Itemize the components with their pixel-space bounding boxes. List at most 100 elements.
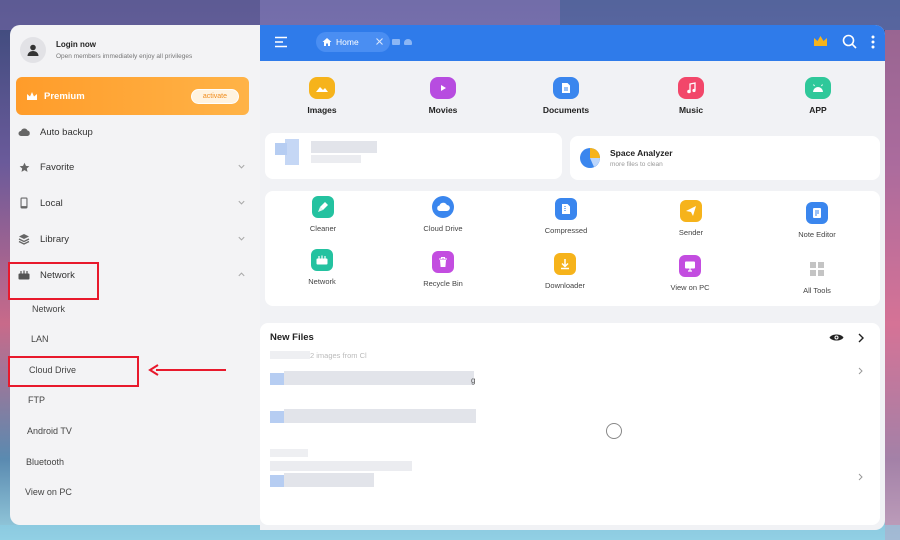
crown-icon[interactable] [813, 35, 828, 48]
chevron-up-icon[interactable] [237, 270, 246, 279]
chevron-right-icon[interactable] [858, 473, 863, 481]
tool-view-on-pc[interactable]: View on PC [645, 255, 735, 292]
tool-compressed[interactable]: Compressed [521, 198, 611, 235]
category-app[interactable]: APP [778, 77, 858, 115]
tool-label: All Tools [803, 286, 831, 295]
chevron-down-icon[interactable] [237, 234, 246, 243]
user-icon [27, 44, 39, 56]
sidebar-subitem-lan[interactable]: LAN [31, 334, 49, 344]
blurred-content [270, 373, 284, 385]
login-subtitle: Open members immediately enjoy all privi… [56, 53, 193, 60]
blurred-content [311, 155, 361, 163]
sidebar-subitem-ftp[interactable]: FTP [28, 395, 45, 405]
category-label: Music [678, 105, 704, 115]
new-files-row-text: 2 images from Cl [310, 351, 367, 360]
space-analyzer-card[interactable]: Space Analyzer more files to clean [570, 136, 880, 180]
tool-downloader[interactable]: Downloader [520, 253, 610, 290]
space-analyzer-subtitle: more files to clean [610, 161, 663, 168]
tool-label: Cleaner [309, 224, 337, 233]
tool-cleaner[interactable]: Cleaner [278, 196, 368, 233]
tool-all-tools[interactable]: All Tools [772, 258, 862, 295]
blurred-content [285, 139, 299, 165]
sidebar-subitem-network[interactable]: Network [32, 304, 65, 314]
document-icon [553, 77, 579, 99]
chevron-down-icon[interactable] [237, 162, 246, 171]
monitor-icon [679, 255, 701, 277]
new-files-title: New Files [270, 332, 314, 343]
more-icon[interactable] [871, 35, 875, 49]
highlight-cloud-drive-box [8, 356, 139, 387]
blurred-content [284, 473, 374, 487]
truncated-text: g [471, 376, 476, 385]
main-panel: Home Images Movies Documents Music APP S… [260, 25, 885, 530]
tool-label: Recycle Bin [423, 279, 463, 288]
zip-icon [555, 198, 577, 220]
tool-label: Cloud Drive [423, 224, 463, 233]
blurred-content [270, 351, 310, 359]
blurred-content [284, 371, 474, 385]
crown-icon [27, 92, 37, 100]
tool-recycle-bin[interactable]: Recycle Bin [398, 251, 488, 288]
category-images[interactable]: Images [282, 77, 362, 115]
close-icon[interactable] [375, 37, 384, 46]
category-music[interactable]: Music [651, 77, 731, 115]
tool-network[interactable]: Network [277, 249, 367, 286]
star-icon [18, 161, 30, 173]
sidebar-item-label: Favorite [40, 161, 75, 173]
chevron-right-icon[interactable] [858, 367, 863, 375]
trash-icon [432, 251, 454, 273]
category-movies[interactable]: Movies [403, 77, 483, 115]
sidebar-item-local[interactable]: Local [10, 192, 260, 214]
sidebar-subitem-view-on-pc[interactable]: View on PC [25, 487, 72, 497]
tool-label: Note Editor [798, 230, 836, 239]
sidebar-item-library[interactable]: Library [10, 228, 260, 250]
home-icon [322, 38, 332, 46]
search-icon[interactable] [842, 34, 857, 49]
activate-button[interactable]: activate [190, 88, 239, 104]
pie-chart-icon [580, 148, 600, 168]
space-analyzer-title: Space Analyzer [610, 148, 673, 158]
tools-card: Cleaner Cloud Drive Compressed Sender No… [265, 191, 880, 306]
chevron-down-icon[interactable] [237, 198, 246, 207]
new-files-card: New Files 2 images from Cl g [260, 323, 880, 525]
blurred-content [284, 409, 476, 423]
avatar[interactable] [20, 37, 46, 63]
tool-label: Sender [678, 228, 704, 237]
menu-icon[interactable] [274, 36, 288, 48]
sidebar-subitem-android-tv[interactable]: Android TV [27, 426, 72, 436]
play-icon [430, 77, 456, 99]
login-title[interactable]: Login now [56, 40, 192, 49]
download-icon [554, 253, 576, 275]
sidebar-item-favorite[interactable]: Favorite [10, 156, 260, 178]
sidebar-subitem-bluetooth[interactable]: Bluetooth [26, 457, 64, 467]
highlight-network-box [8, 262, 99, 300]
android-icon [805, 77, 831, 99]
eye-icon[interactable] [829, 333, 844, 342]
image-icon [309, 77, 335, 99]
arrow-left-icon [148, 364, 226, 376]
tool-sender[interactable]: Sender [646, 200, 736, 237]
tool-cloud-drive[interactable]: Cloud Drive [398, 196, 488, 233]
stack-icon [18, 233, 30, 245]
network-icon [311, 249, 333, 271]
loading-spinner [606, 423, 622, 439]
blurred-content [270, 411, 284, 423]
category-documents[interactable]: Documents [526, 77, 606, 115]
login-section[interactable]: Login now Open members immediately enjoy… [20, 37, 192, 63]
premium-banner[interactable]: Premium activate [16, 77, 249, 115]
storage-card[interactable] [265, 133, 562, 179]
blurred-content [270, 449, 308, 457]
sidebar-item-auto-backup[interactable]: Auto backup [10, 121, 260, 143]
phone-icon [18, 197, 30, 209]
tab-home[interactable]: Home [316, 32, 390, 52]
music-icon [678, 77, 704, 99]
sidebar-item-label: Auto backup [40, 126, 93, 138]
chevron-right-icon[interactable] [858, 333, 864, 343]
tool-note-editor[interactable]: Note Editor [772, 202, 862, 239]
sidebar-item-label: Local [40, 197, 63, 209]
tab-home-label: Home [336, 37, 359, 47]
tool-label: Downloader [544, 281, 586, 290]
tool-label: Compressed [544, 226, 588, 235]
blurred-content [270, 461, 412, 471]
category-label: APP [809, 105, 827, 115]
